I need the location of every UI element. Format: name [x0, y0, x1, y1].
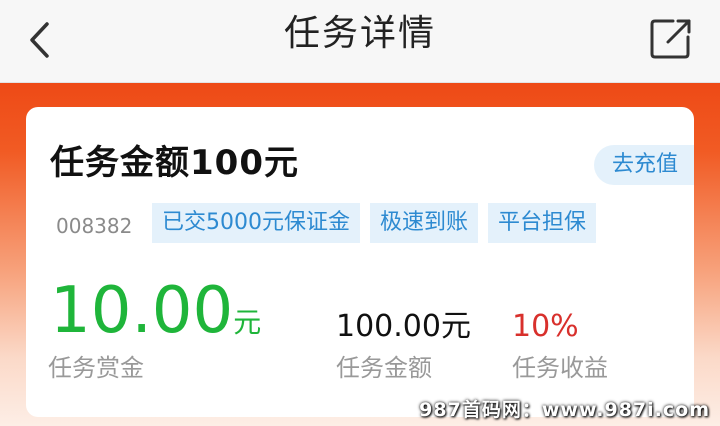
share-button[interactable] [648, 16, 694, 62]
task-card: 任务金额100元 去充值 008382 已交5000元保证金 极速到账 平台担保… [26, 107, 694, 417]
page-title: 任务详情 [283, 13, 436, 54]
tag-platform-guarantee: 平台担保 [488, 203, 597, 243]
top-nav-bar: 任务详情 [0, 0, 720, 83]
recharge-button[interactable]: 去充值 [593, 145, 694, 185]
task-tags: 已交5000元保证金 极速到账 平台担保 [152, 203, 606, 243]
reward-label: 任务赏金 [48, 354, 144, 382]
yield-label: 任务收益 [512, 354, 608, 382]
tag-deposit: 已交5000元保证金 [152, 203, 360, 243]
task-id: 008382 [56, 214, 133, 238]
reward-unit: 元 [233, 306, 262, 339]
yield-value: 10% [512, 309, 579, 344]
share-icon [650, 19, 691, 59]
task-title: 任务金额100元 [50, 143, 299, 183]
amount-value: 100.00元 [336, 309, 471, 344]
watermark: 987首码网：www.987i.com [419, 399, 710, 421]
tag-fast-payout: 极速到账 [370, 203, 479, 243]
amount-label: 任务金额 [336, 354, 432, 382]
reward-number: 10.00 [50, 274, 234, 348]
reward-value: 10.00元 [50, 275, 261, 363]
